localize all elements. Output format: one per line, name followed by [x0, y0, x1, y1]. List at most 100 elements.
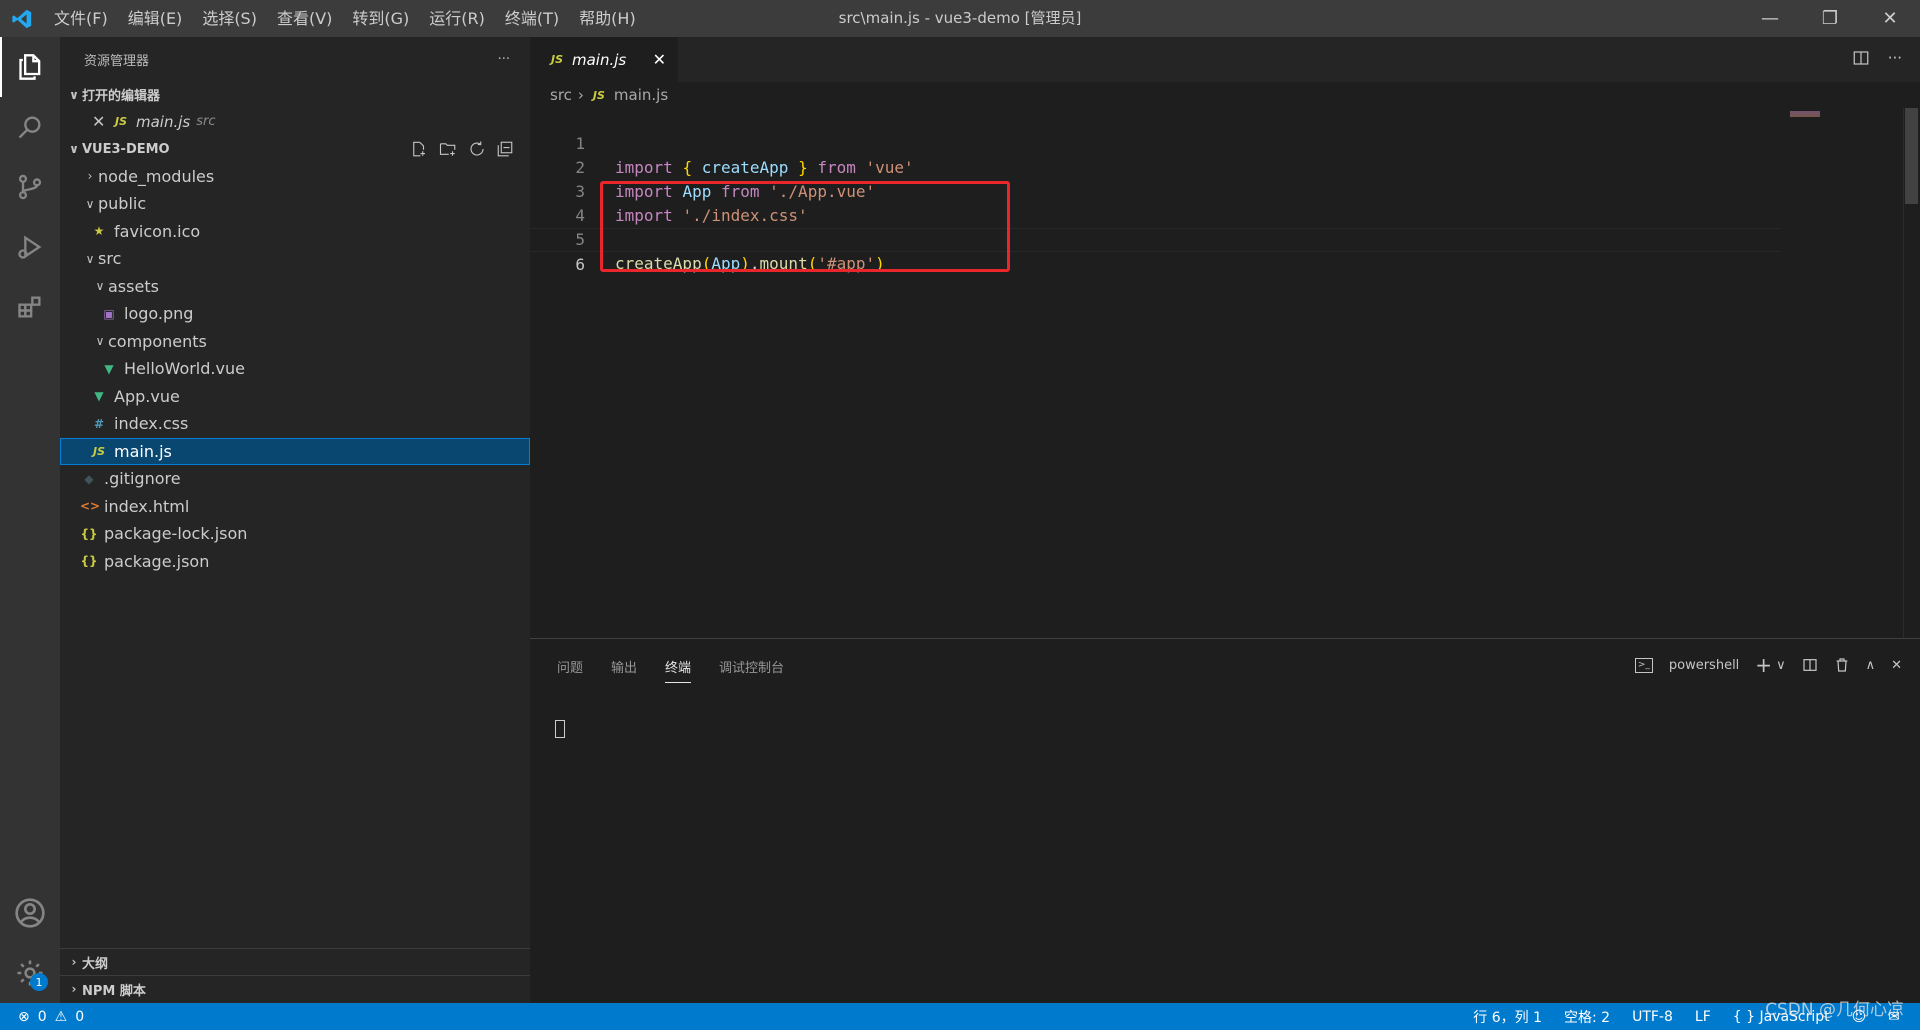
- json-file-icon: {}: [80, 554, 98, 569]
- tree-item-package-json[interactable]: {} package.json: [60, 548, 530, 576]
- end-of-line[interactable]: LF: [1695, 1009, 1711, 1025]
- run-debug-icon[interactable]: [0, 217, 60, 277]
- problems-indicator[interactable]: ⊗ 0 ⚠ 0: [0, 1009, 84, 1025]
- tab-output[interactable]: 输出: [611, 657, 637, 683]
- menu-selection[interactable]: 选择(S): [192, 0, 267, 37]
- image-file-icon: ▣: [103, 306, 115, 321]
- vue-file-icon: ▼: [94, 389, 104, 404]
- activity-bar: 1: [0, 37, 60, 1003]
- status-bar: ⊗ 0 ⚠ 0 行 6，列 1 空格: 2 UTF-8 LF { } JavaS…: [0, 1003, 1920, 1030]
- indentation[interactable]: 空格: 2: [1564, 1007, 1610, 1027]
- cursor-position[interactable]: 行 6，列 1: [1473, 1007, 1542, 1027]
- tab-main-js[interactable]: JS main.js ✕: [530, 37, 678, 82]
- chevron-right-icon: ›: [71, 955, 77, 969]
- html-file-icon: <>: [80, 499, 101, 514]
- code-line: 2 import App from './App.vue': [575, 158, 876, 201]
- open-editors-section[interactable]: ∨ 打开的编辑器: [60, 81, 530, 108]
- encoding[interactable]: UTF-8: [1632, 1009, 1673, 1025]
- tab-debug-console[interactable]: 调试控制台: [719, 657, 784, 683]
- chevron-right-icon: ›: [71, 982, 77, 996]
- error-icon: ⊗: [18, 1008, 30, 1025]
- split-terminal-icon[interactable]: [1802, 657, 1818, 673]
- breadcrumb-src[interactable]: src: [550, 86, 572, 104]
- restore-button[interactable]: ❐: [1800, 0, 1860, 37]
- close-icon[interactable]: ✕: [92, 112, 112, 131]
- minimize-button[interactable]: —: [1740, 0, 1800, 37]
- vue-file-icon: ▼: [104, 361, 114, 376]
- menu-edit[interactable]: 编辑(E): [118, 0, 193, 37]
- extensions-icon[interactable]: [0, 277, 60, 337]
- source-control-icon[interactable]: [0, 157, 60, 217]
- tree-item-node-modules[interactable]: › node_modules: [60, 163, 530, 191]
- js-file-icon: JS: [92, 444, 105, 458]
- menu-go[interactable]: 转到(G): [342, 0, 419, 37]
- tree-item-package-lock-json[interactable]: {} package-lock.json: [60, 520, 530, 548]
- maximize-panel-icon[interactable]: ∧: [1866, 658, 1876, 673]
- explorer-title: 资源管理器: [84, 53, 150, 69]
- tree-item-components[interactable]: ∨ components: [60, 328, 530, 356]
- explorer-icon[interactable]: [0, 37, 60, 97]
- menu-bar: 文件(F) 编辑(E) 选择(S) 查看(V) 转到(G) 运行(R) 终端(T…: [44, 0, 646, 37]
- explorer-sidebar: 资源管理器 ··· ∨ 打开的编辑器 ✕ JS main.js src ∨ VU…: [60, 37, 530, 1003]
- tab-problems[interactable]: 问题: [557, 657, 583, 683]
- settings-gear-icon[interactable]: 1: [0, 943, 60, 1003]
- trash-icon[interactable]: [1834, 657, 1850, 673]
- js-file-icon: JS: [592, 88, 605, 102]
- tree-item-helloworld-vue[interactable]: ▼ HelloWorld.vue: [60, 355, 530, 383]
- star-icon: ★: [93, 224, 105, 239]
- breadcrumb: src › JS main.js: [530, 82, 1920, 108]
- account-icon[interactable]: [0, 883, 60, 943]
- tree-item-index-html[interactable]: <> index.html: [60, 493, 530, 521]
- menu-view[interactable]: 查看(V): [267, 0, 342, 37]
- menu-terminal[interactable]: 终端(T): [495, 0, 569, 37]
- editor-scrollbar[interactable]: [1903, 108, 1918, 638]
- chevron-right-icon: ›: [87, 169, 93, 184]
- error-count: 0: [37, 1008, 47, 1025]
- tree-item-gitignore[interactable]: ◆ .gitignore: [60, 465, 530, 493]
- terminal-cursor: [555, 720, 565, 738]
- js-file-icon: JS: [550, 53, 563, 66]
- tree-item-index-css[interactable]: # index.css: [60, 410, 530, 438]
- tree-item-favicon[interactable]: ★ favicon.ico: [60, 218, 530, 246]
- close-window-button[interactable]: ✕: [1860, 0, 1920, 37]
- title-bar: 文件(F) 编辑(E) 选择(S) 查看(V) 转到(G) 运行(R) 终端(T…: [0, 0, 1920, 37]
- red-highlight-annotation: [600, 181, 1010, 272]
- refresh-icon[interactable]: [468, 140, 486, 158]
- outline-section[interactable]: › 大纲: [60, 948, 530, 975]
- git-file-icon: ◆: [84, 471, 94, 486]
- chevron-down-icon: ∨: [85, 251, 95, 266]
- tree-item-assets[interactable]: ∨ assets: [60, 273, 530, 301]
- tree-item-main-js[interactable]: JS main.js: [60, 437, 530, 465]
- menu-help[interactable]: 帮助(H): [569, 0, 646, 37]
- tree-item-app-vue[interactable]: ▼ App.vue: [60, 383, 530, 411]
- project-section[interactable]: ∨ VUE3-DEMO: [60, 136, 530, 163]
- tree-item-src[interactable]: ∨ src: [60, 245, 530, 273]
- code-line: 3 import './index.css': [575, 182, 808, 225]
- tree-item-public[interactable]: ∨ public: [60, 190, 530, 218]
- npm-scripts-section[interactable]: › NPM 脚本: [60, 975, 530, 1002]
- new-folder-icon[interactable]: [438, 140, 458, 158]
- close-tab-icon[interactable]: ✕: [653, 50, 666, 69]
- json-file-icon: {}: [80, 526, 98, 541]
- bottom-panel: 问题 输出 终端 调试控制台 >_ powershell + ∨ ∧ ✕: [530, 638, 1920, 1003]
- js-file-icon: JS: [114, 115, 127, 129]
- menu-file[interactable]: 文件(F): [44, 0, 118, 37]
- terminal-icon: >_: [1634, 657, 1653, 673]
- breadcrumb-file[interactable]: main.js: [614, 86, 668, 104]
- more-actions-icon[interactable]: ···: [498, 52, 510, 67]
- collapse-all-icon[interactable]: [496, 140, 514, 158]
- code-line: 1 import { createApp } from 'vue': [575, 134, 914, 177]
- new-file-icon[interactable]: [410, 140, 428, 158]
- chevron-down-icon[interactable]: ∨: [1776, 658, 1786, 673]
- menu-run[interactable]: 运行(R): [419, 0, 495, 37]
- open-editor-item[interactable]: ✕ JS main.js src: [60, 108, 530, 136]
- search-icon[interactable]: [0, 97, 60, 157]
- close-panel-icon[interactable]: ✕: [1891, 658, 1902, 673]
- shell-name[interactable]: powershell: [1669, 658, 1739, 673]
- chevron-down-icon: ∨: [95, 334, 105, 349]
- more-actions-icon[interactable]: ···: [1888, 49, 1902, 67]
- split-editor-icon[interactable]: [1852, 49, 1870, 67]
- new-terminal-icon[interactable]: +: [1755, 653, 1772, 677]
- tree-item-logo-png[interactable]: ▣ logo.png: [60, 300, 530, 328]
- tab-terminal[interactable]: 终端: [665, 657, 692, 683]
